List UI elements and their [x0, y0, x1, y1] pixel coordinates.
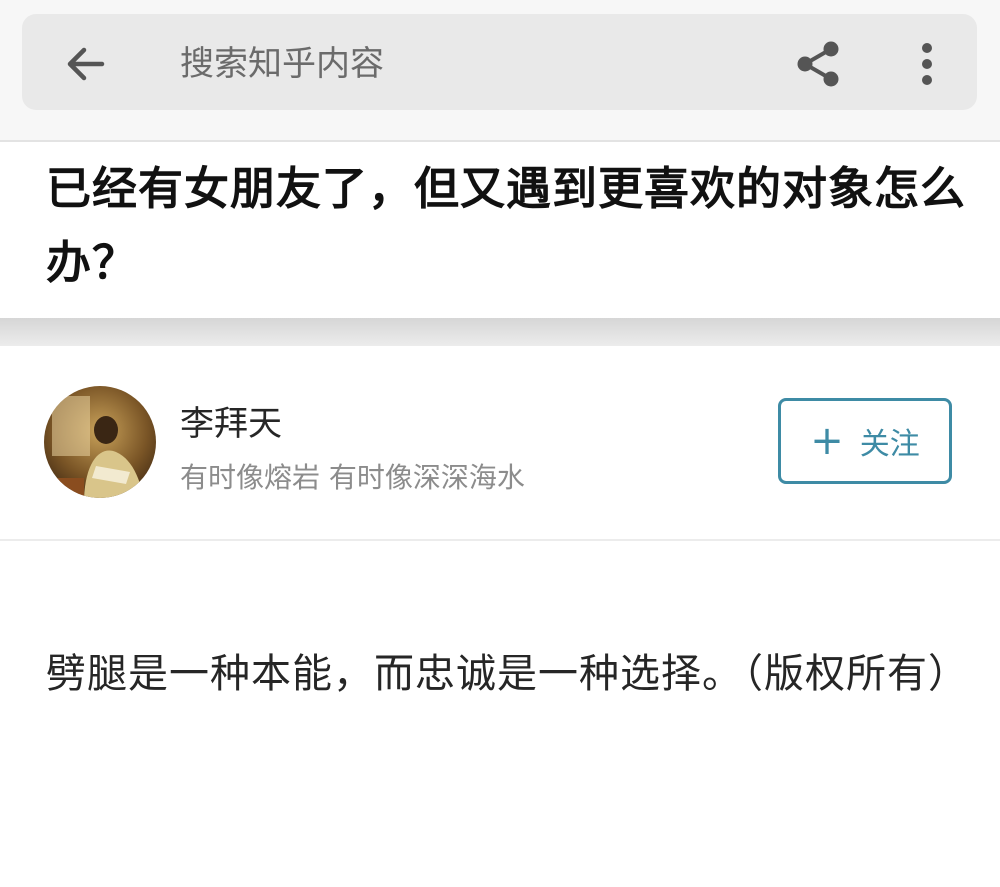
divider	[0, 539, 1000, 541]
follow-button[interactable]: + 关注	[778, 398, 952, 484]
author-name[interactable]: 李拜天	[180, 396, 282, 445]
search-input[interactable]	[180, 40, 740, 88]
more-vertical-icon	[922, 43, 932, 85]
plus-icon: +	[810, 418, 844, 464]
share-icon	[797, 41, 839, 87]
follow-label: 关注	[859, 427, 920, 462]
search-bar	[22, 14, 977, 110]
avatar-image	[44, 386, 156, 498]
author-avatar[interactable]	[44, 386, 156, 498]
top-bar	[0, 0, 1000, 142]
more-button[interactable]	[915, 36, 939, 92]
back-button[interactable]	[62, 40, 110, 88]
share-button[interactable]	[790, 36, 846, 92]
question-title: 已经有女朋友了，但又遇到更喜欢的对象怎么办？	[46, 162, 967, 289]
author-bio: 有时像熔岩 有时像深深海水	[180, 461, 525, 494]
section-divider	[0, 318, 1000, 346]
arrow-left-icon	[67, 47, 105, 81]
answer-text: 劈腿是一种本能，而忠诚是一种选择。（版权所有）	[46, 651, 969, 697]
